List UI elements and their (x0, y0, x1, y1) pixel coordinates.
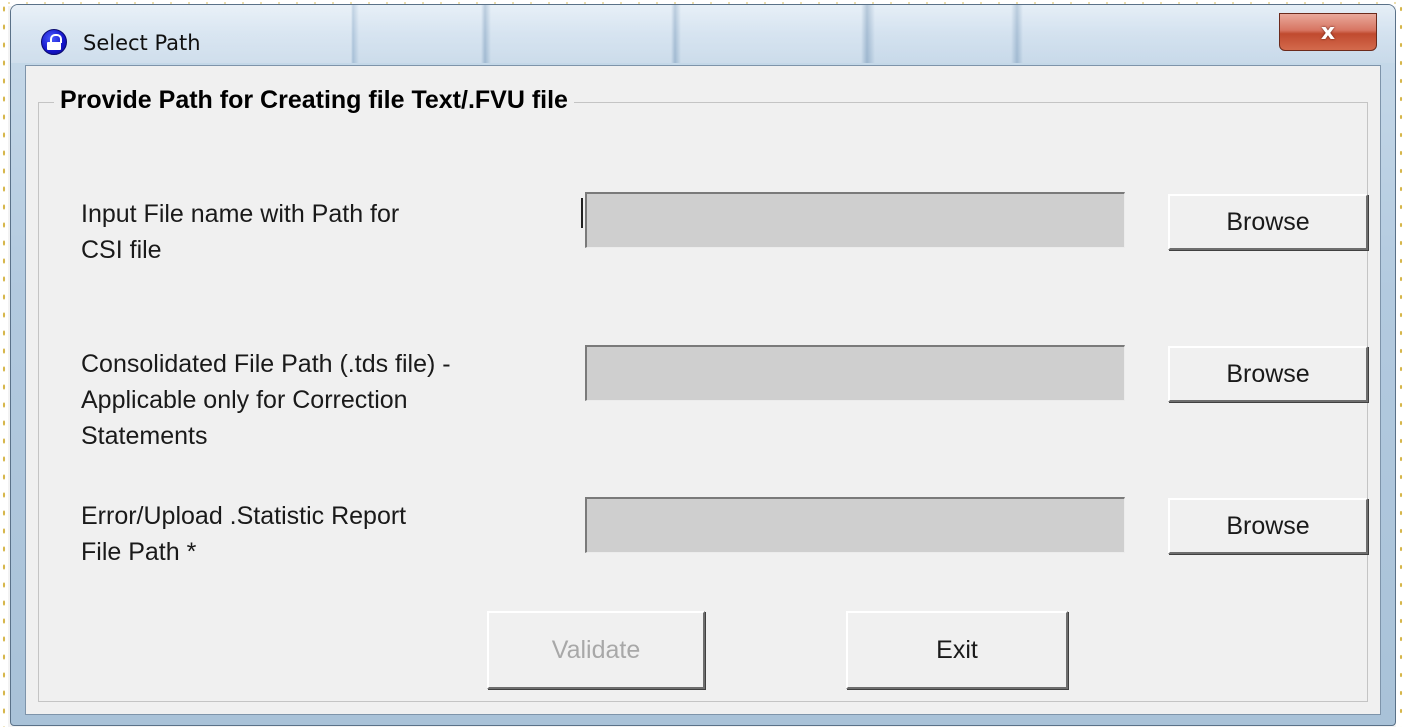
consolidated-file-path-input[interactable] (585, 345, 1125, 401)
error-report-label-line-2: File Path * (81, 538, 197, 566)
error-report-path-input[interactable] (585, 497, 1125, 553)
consolidated-file-label-line-1: Consolidated File Path (.tds file) - (81, 350, 451, 378)
title-bar[interactable]: Select Path x (11, 5, 1395, 63)
app-lock-icon[interactable] (41, 29, 67, 55)
consolidated-file-label-line-3: Statements (81, 422, 208, 450)
csi-file-path-input[interactable] (585, 192, 1125, 248)
text-caret (581, 198, 583, 228)
consolidated-file-label-line-2: Applicable only for Correction (81, 386, 408, 414)
error-report-label-line-1: Error/Upload .Statistic Report (81, 502, 407, 530)
browse-error-report-button[interactable]: Browse (1168, 498, 1368, 554)
browse-consolidated-button[interactable]: Browse (1168, 346, 1368, 402)
close-icon: x (1320, 19, 1336, 45)
csi-file-label: Input File name with Path for CSI file (81, 196, 399, 268)
window-title: Select Path (83, 31, 201, 55)
groupbox-title: Provide Path for Creating file Text/.FVU… (54, 86, 574, 115)
browse-csi-button[interactable]: Browse (1168, 194, 1368, 250)
csi-file-label-line-1: Input File name with Path for (81, 200, 400, 228)
desktop-background-right (1396, 0, 1406, 727)
close-button[interactable]: x (1279, 13, 1377, 51)
error-report-label: Error/Upload .Statistic Report File Path… (81, 498, 406, 570)
dialog-client-area: Provide Path for Creating file Text/.FVU… (25, 65, 1381, 715)
validate-button[interactable]: Validate (487, 611, 705, 689)
desktop-background-left (0, 0, 8, 727)
select-path-window: Select Path x Provide Path for Creating … (10, 4, 1396, 726)
consolidated-file-label: Consolidated File Path (.tds file) - App… (81, 346, 451, 454)
exit-button[interactable]: Exit (846, 611, 1068, 689)
csi-file-label-line-2: CSI file (81, 236, 162, 264)
